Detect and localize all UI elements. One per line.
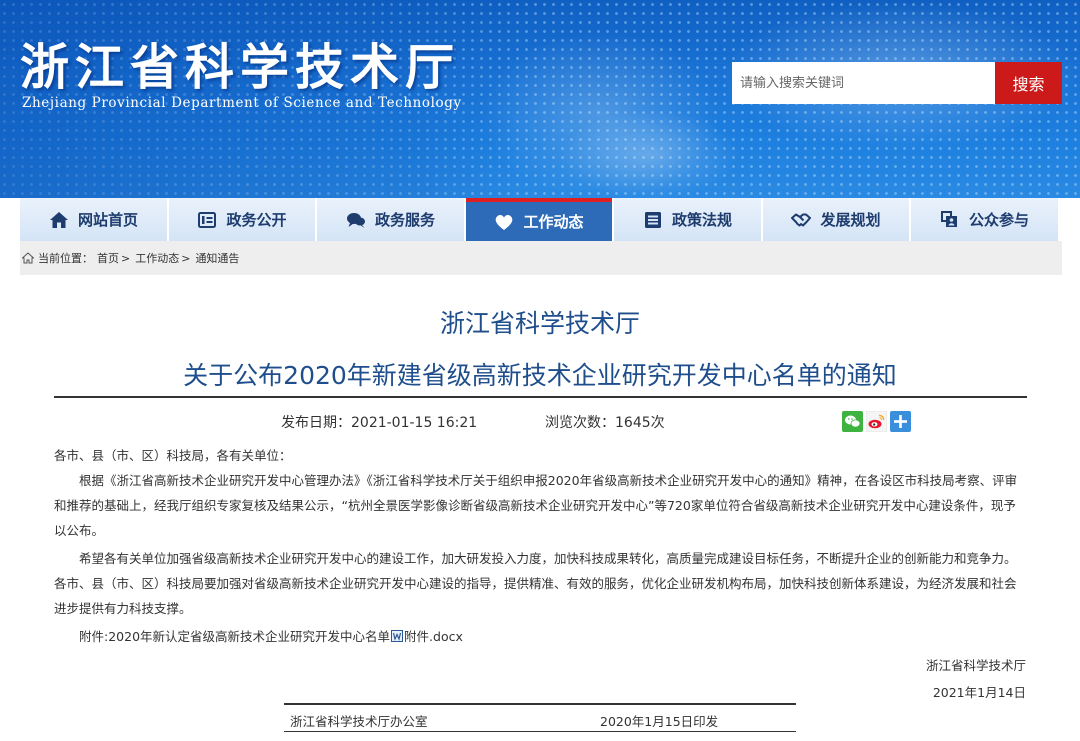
- people-icon: [940, 210, 960, 230]
- nav-item-development-planning[interactable]: 发展规划: [763, 198, 909, 241]
- paragraph-1: 根据《浙江省高新技术企业研究开发中心管理办法》《浙江省科学技术厅关于组织申报20…: [54, 473, 1018, 538]
- breadcrumb-separator: >: [181, 251, 191, 265]
- nav-item-label: 发展规划: [820, 211, 881, 229]
- nav-item-label: 网站首页: [77, 211, 138, 229]
- site-title[interactable]: 浙江省科学技术厅: [20, 28, 460, 99]
- nav-item-government-services[interactable]: 政务服务: [317, 198, 464, 241]
- list-icon: [643, 210, 663, 230]
- title-divider: [54, 396, 1027, 398]
- heart-icon: [494, 212, 514, 232]
- breadcrumb-link-work-news[interactable]: 工作动态: [135, 250, 179, 266]
- paragraph-2: 希望各有关单位加强省级高新技术企业研究开发中心的建设工作，加大研发投入力度，加快…: [54, 551, 1017, 616]
- word-document-icon: [391, 630, 404, 642]
- handshake-icon: [791, 210, 812, 230]
- nav-item-label: 政策法规: [671, 211, 732, 229]
- publish-date: 发布日期：2021-01-15 16:21: [281, 415, 478, 431]
- nav-item-government-affairs[interactable]: 政务公开: [169, 198, 315, 241]
- breadcrumb-separator: >: [121, 251, 131, 265]
- document-list-icon: [197, 210, 217, 230]
- attachment-line: 附件:2020年新认定省级高新技术企业研究开发中心名单 附件.docx: [54, 624, 1026, 649]
- signature-org: 浙江省科学技术厅: [925, 658, 1026, 673]
- share-buttons: [842, 411, 914, 432]
- nav-item-public-participation[interactable]: 公众参与: [911, 198, 1058, 241]
- weibo-share-icon[interactable]: [866, 411, 887, 432]
- print-info-table: 浙江省科学技术厅办公室 2020年1月15日印发: [284, 703, 796, 732]
- breadcrumb-link-notices[interactable]: 通知通告: [195, 250, 239, 266]
- breadcrumb-prefix: 当前位置：: [38, 252, 93, 265]
- chat-bubbles-icon: [346, 210, 366, 230]
- nav-item-label: 公众参与: [968, 211, 1029, 229]
- view-count: 浏览次数：1645次: [545, 415, 665, 431]
- nav-item-label: 政务公开: [226, 211, 287, 229]
- home-icon: [49, 210, 69, 230]
- nav-item-policies-regulations[interactable]: 政策法规: [614, 198, 761, 241]
- nav-item-home[interactable]: 网站首页: [20, 198, 167, 241]
- home-icon: [22, 252, 34, 264]
- main-nav: 网站首页 政务公开 政务服务 工作动态 政策法规 发展规划 公众参与: [20, 198, 1062, 241]
- wechat-share-icon[interactable]: [842, 411, 863, 432]
- print-date: 2020年1月15日印发: [600, 714, 719, 729]
- nav-item-work-news[interactable]: 工作动态: [466, 198, 612, 241]
- article-title-org: 浙江省科学技术厅: [439, 309, 640, 338]
- attachment-link[interactable]: 附件.docx: [404, 629, 463, 644]
- issuing-office: 浙江省科学技术厅办公室: [290, 714, 428, 729]
- site-header: 浙江省科学技术厅 Zhejiang Provincial Department …: [0, 0, 1080, 198]
- breadcrumb-link-home[interactable]: 首页: [97, 250, 119, 266]
- breadcrumb: 当前位置： 首页 > 工作动态 > 通知通告: [20, 241, 1062, 275]
- article-title: 关于公布2020年新建省级高新技术企业研究开发中心名单的通知: [183, 361, 897, 390]
- nav-item-label: 政务服务: [374, 211, 435, 229]
- greeting: 各市、县（市、区）科技局，各有关单位：: [54, 448, 292, 463]
- nav-item-label: 工作动态: [523, 213, 584, 231]
- search-input[interactable]: [732, 62, 995, 104]
- signature-date: 2021年1月14日: [932, 685, 1026, 700]
- site-subtitle: Zhejiang Provincial Department of Scienc…: [22, 95, 462, 111]
- more-share-icon[interactable]: [890, 411, 911, 432]
- search-button[interactable]: 搜索: [995, 62, 1062, 104]
- attachment-label: 附件:2020年新认定省级高新技术企业研究开发中心名单: [79, 629, 391, 644]
